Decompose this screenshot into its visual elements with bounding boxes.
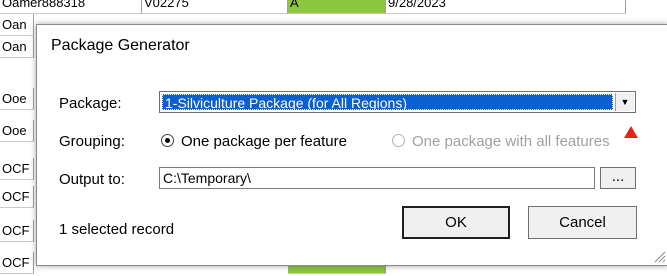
table-cell: OCF bbox=[0, 158, 34, 180]
chevron-down-icon[interactable]: ▼ bbox=[615, 93, 634, 111]
radio-selected-icon bbox=[161, 134, 174, 147]
table-cell: 9/28/2023 bbox=[386, 0, 626, 14]
table-cell: OCF bbox=[0, 220, 34, 242]
table-cell: Ooe bbox=[0, 88, 34, 110]
radio-one-package-per-feature[interactable]: One package per feature bbox=[161, 133, 347, 150]
table-cell: OCF bbox=[0, 252, 34, 274]
radio-unselected-icon bbox=[392, 134, 405, 147]
package-generator-dialog: Package Generator Package: 1-Silvicultur… bbox=[36, 24, 667, 266]
cancel-button[interactable]: Cancel bbox=[528, 206, 637, 239]
table-cell: Oamer888318 bbox=[0, 0, 142, 14]
table-cell: OCF bbox=[0, 186, 34, 208]
package-label: Package: bbox=[59, 95, 122, 112]
output-label: Output to: bbox=[59, 171, 125, 188]
output-path-input[interactable]: C:\Temporary\ bbox=[159, 167, 595, 189]
table-cell: Oan bbox=[0, 14, 34, 36]
browse-button[interactable]: ... bbox=[600, 167, 636, 189]
radio-label: One package per feature bbox=[181, 133, 347, 150]
radio-one-package-all-features: One package with all features bbox=[392, 133, 610, 150]
grouping-label: Grouping: bbox=[59, 133, 125, 150]
package-select-value: 1-Silviculture Package (for All Regions) bbox=[162, 94, 613, 110]
table-cell: A bbox=[288, 0, 386, 14]
resize-grip-icon[interactable] bbox=[652, 249, 666, 263]
dialog-title: Package Generator bbox=[51, 37, 190, 54]
table-cell: V02275 bbox=[142, 0, 288, 14]
table-cell: Oan bbox=[0, 36, 34, 58]
warning-triangle-icon bbox=[624, 126, 638, 138]
table-cell: Ooe bbox=[0, 120, 34, 142]
table-row[interactable]: Oamer888318 V02275 A 9/28/2023 bbox=[0, 0, 667, 14]
package-select[interactable]: 1-Silviculture Package (for All Regions)… bbox=[159, 91, 636, 113]
radio-label: One package with all features bbox=[412, 133, 610, 150]
ok-button[interactable]: OK bbox=[402, 206, 510, 239]
status-text: 1 selected record bbox=[59, 221, 175, 238]
